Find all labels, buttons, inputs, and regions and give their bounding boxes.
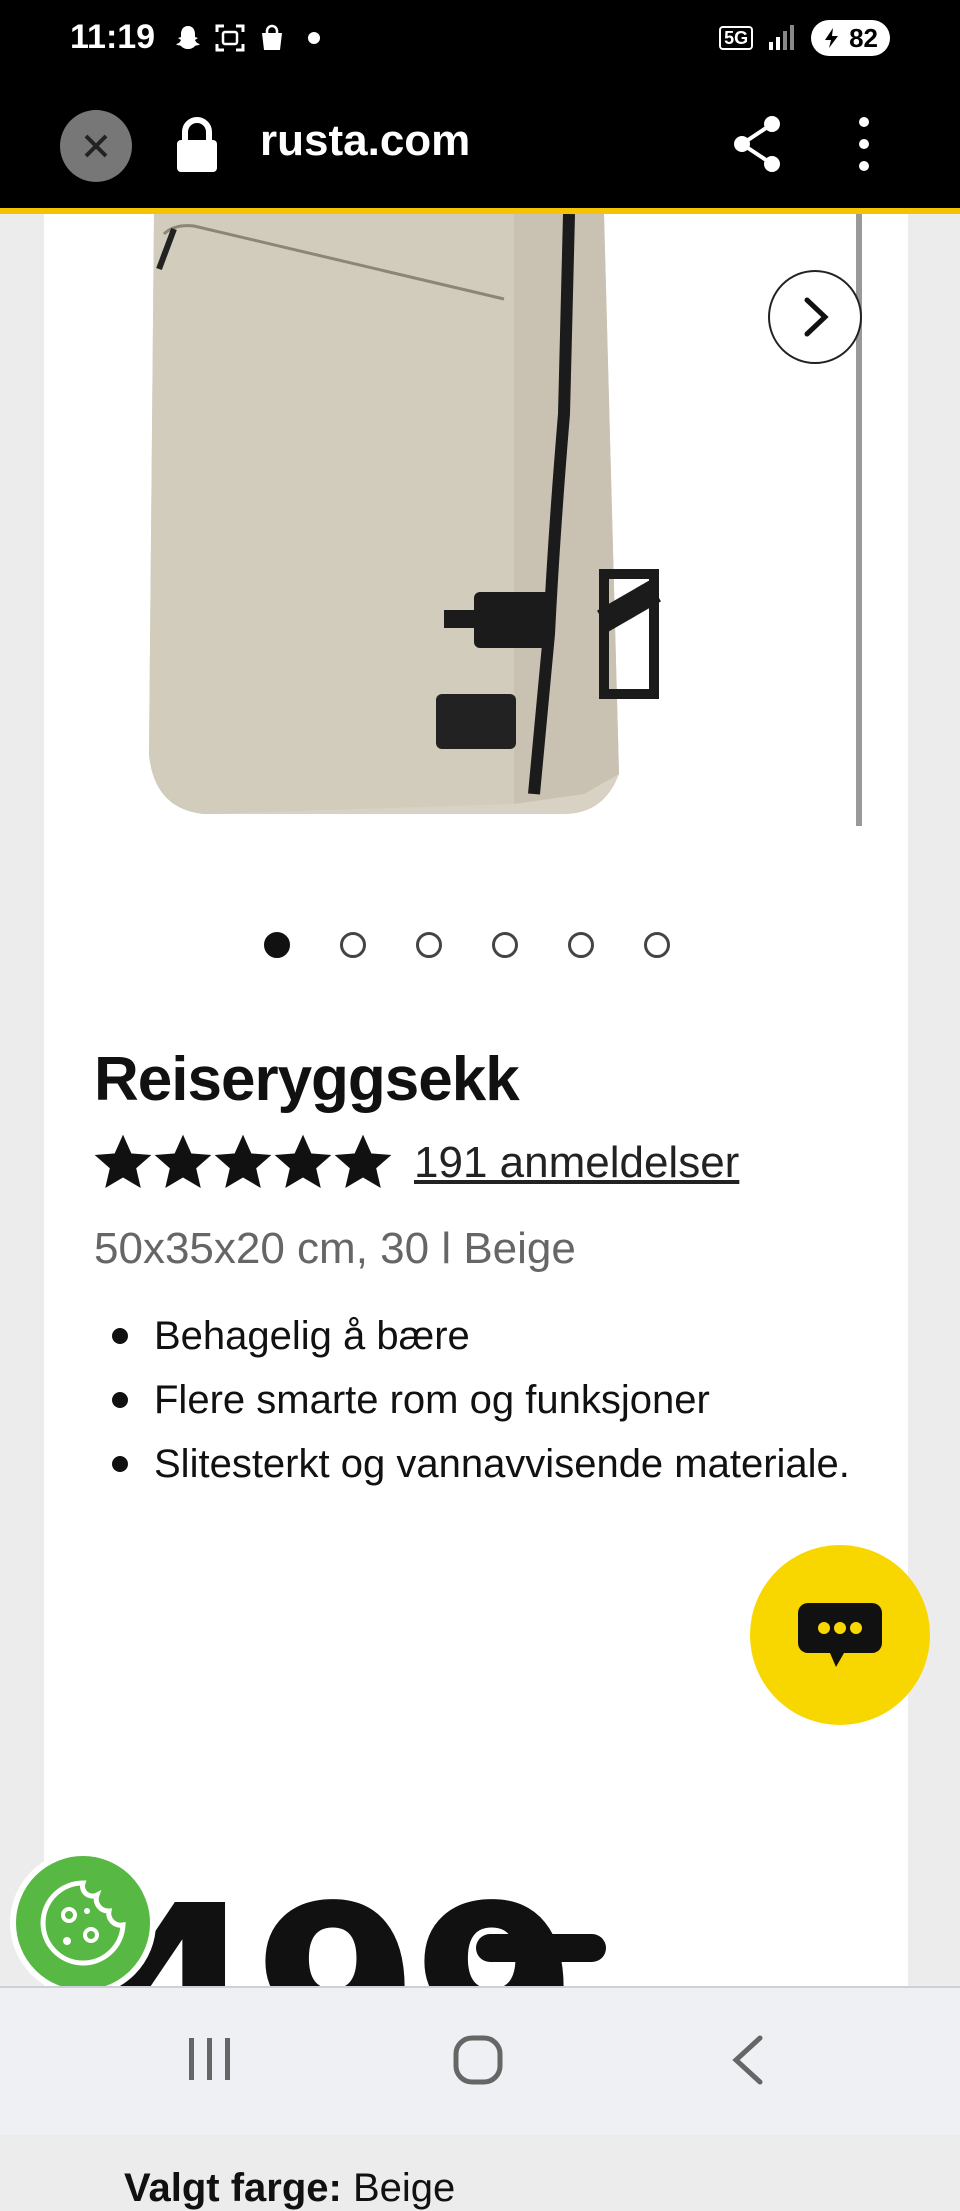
carousel-dot[interactable] [340, 932, 366, 958]
star-icon [274, 1134, 332, 1188]
system-nav-bar [0, 1986, 960, 2135]
feature-item: Slitesterkt og vannavvisende materiale. [104, 1432, 864, 1496]
url-text[interactable]: rusta.com [260, 116, 470, 166]
chat-bubble-icon [798, 1603, 882, 1667]
dot-icon [298, 22, 330, 54]
selected-color-value: Beige [352, 2166, 456, 2210]
carousel-indicator [264, 932, 670, 958]
carousel-dot[interactable] [264, 932, 290, 958]
selected-color-label: Valgt farge: [124, 2166, 342, 2210]
share-icon[interactable] [730, 114, 784, 174]
product-rating: 191 anmeldelser [94, 1134, 739, 1192]
status-bar: 11:19 5G 82 [0, 0, 960, 84]
screenshot-icon [214, 22, 246, 54]
chat-button[interactable] [750, 1545, 930, 1725]
carousel-dot[interactable] [644, 932, 670, 958]
carousel-next-button[interactable] [768, 270, 862, 364]
signal-icon [767, 22, 797, 55]
feature-item: Flere smarte rom og funksjoner [104, 1368, 864, 1432]
battery-icon [825, 28, 839, 48]
price-dash [476, 1934, 606, 1962]
status-notification-icons [172, 22, 330, 54]
star-icon [154, 1134, 212, 1188]
snapchat-icon [172, 22, 204, 54]
home-icon[interactable] [452, 2034, 504, 2086]
lock-icon [177, 117, 217, 172]
battery-level: 82 [849, 22, 878, 53]
shopping-bag-icon [256, 22, 288, 54]
back-icon[interactable] [728, 2032, 768, 2088]
feature-list: Behagelig å bære Flere smarte rom og fun… [104, 1304, 864, 1496]
cookie-icon [40, 1880, 126, 1966]
star-icon [94, 1134, 152, 1188]
close-tab-button[interactable] [60, 110, 132, 182]
recent-apps-icon[interactable] [185, 2034, 235, 2084]
status-time: 11:19 [70, 18, 156, 56]
network-type: 5G [719, 26, 754, 50]
product-card: Reiseryggsekk 191 anmeldelser 50x35x20 c… [44, 214, 908, 2210]
star-rating [94, 1134, 392, 1192]
status-indicators: 5G 82 [719, 20, 890, 56]
selected-color: Valgt farge: Beige [124, 2166, 455, 2211]
product-image[interactable] [44, 214, 908, 844]
product-title: Reiseryggsekk [94, 1045, 520, 1114]
close-icon [84, 134, 108, 158]
reviews-link[interactable]: 191 anmeldelser [414, 1138, 739, 1188]
carousel-dot[interactable] [492, 932, 518, 958]
carousel-dot[interactable] [568, 932, 594, 958]
carousel-dot[interactable] [416, 932, 442, 958]
battery-indicator: 82 [811, 20, 890, 56]
star-icon [334, 1134, 392, 1188]
chevron-right-icon [804, 297, 829, 337]
feature-item: Behagelig å bære [104, 1304, 864, 1368]
browser-url-bar: rusta.com [0, 84, 960, 214]
star-icon [214, 1134, 272, 1188]
more-options-icon[interactable] [852, 114, 876, 174]
product-variant: 50x35x20 cm, 30 l Beige [94, 1224, 576, 1273]
cookie-settings-button[interactable] [10, 1850, 156, 1996]
